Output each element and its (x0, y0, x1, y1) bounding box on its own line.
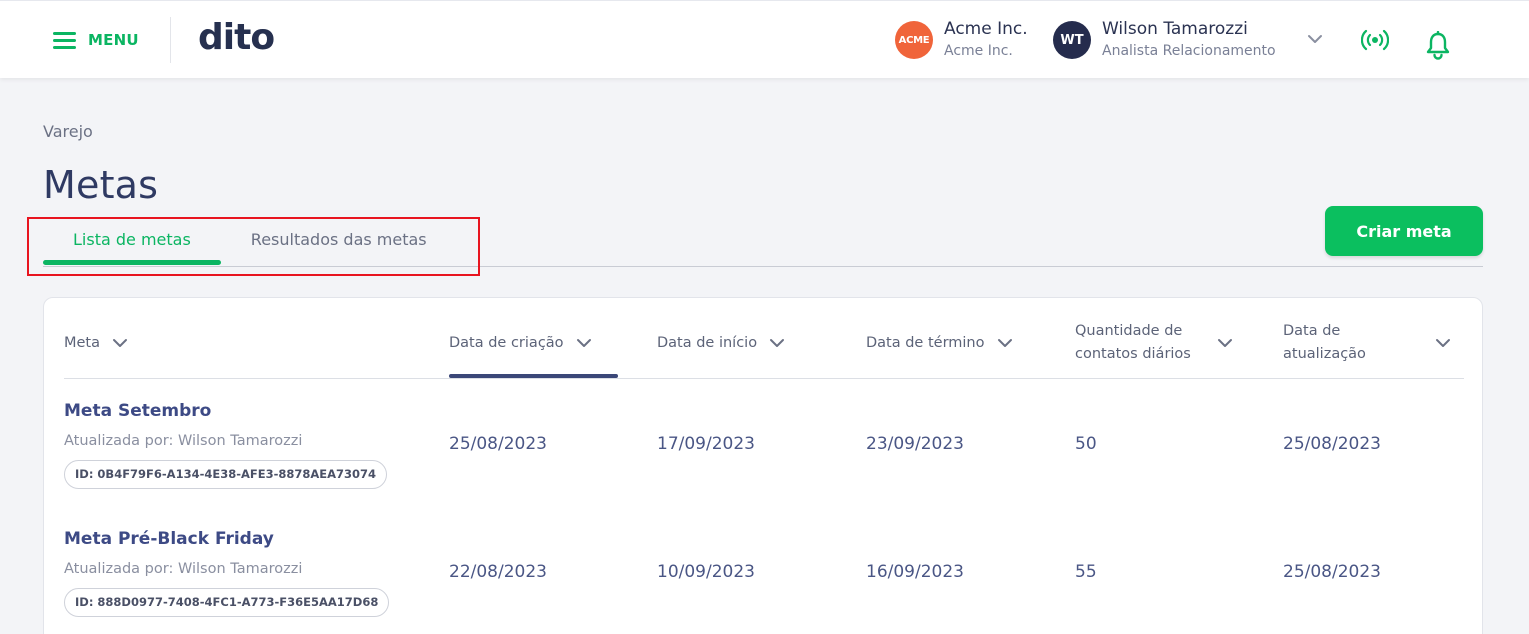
bell-icon[interactable] (1425, 31, 1451, 61)
cell-end: 16/09/2023 (866, 562, 964, 582)
column-header-data-atualizacao[interactable]: Data de atualização (1283, 318, 1453, 368)
chevron-down-icon (1218, 339, 1232, 347)
table-row[interactable]: Meta Setembro Atualizada por: Wilson Tam… (44, 401, 1484, 529)
create-goal-button[interactable]: Criar meta (1325, 206, 1483, 256)
tabs-divider (43, 266, 1483, 267)
goal-id-chip: ID: 888D0977-7408-4FC1-A773-F36E5AA17D68 (64, 588, 390, 617)
header-divider (170, 17, 171, 63)
cell-daily-contacts: 55 (1075, 562, 1097, 582)
goals-table: Meta Data de criação Data de início Data… (43, 297, 1483, 634)
cell-created: 22/08/2023 (449, 562, 547, 582)
top-bar: MENU dito ACME Acme Inc. Acme Inc. WT Wi… (0, 0, 1529, 78)
org-avatar: ACME (895, 21, 933, 59)
user-name: Wilson Tamarozzi (1102, 19, 1248, 39)
cell-start: 10/09/2023 (657, 562, 755, 582)
chevron-down-icon (997, 339, 1012, 347)
goal-id-chip: ID: 0B4F79F6-A134-4E38-AFE3-8878AEA73074 (64, 460, 388, 489)
column-header-data-inicio[interactable]: Data de início (657, 318, 785, 368)
cell-end: 23/09/2023 (866, 434, 964, 454)
org-subtitle: Acme Inc. (944, 43, 1013, 59)
goal-name[interactable]: Meta Setembro (64, 401, 211, 421)
column-header-data-criacao[interactable]: Data de criação (449, 318, 592, 368)
organization-switcher[interactable]: ACME Acme Inc. Acme Inc. (895, 19, 1028, 61)
column-header-data-termino[interactable]: Data de término (866, 318, 1013, 368)
column-header-quantidade-contatos[interactable]: Quantidade de contatos diários (1075, 318, 1235, 368)
tab-bar: Lista de metas Resultados das metas (43, 218, 457, 266)
tab-resultados-das-metas[interactable]: Resultados das metas (221, 218, 457, 266)
user-profile[interactable]: WT Wilson Tamarozzi Analista Relacioname… (1053, 19, 1276, 61)
chevron-down-icon (576, 339, 591, 347)
chevron-down-icon (1436, 339, 1450, 347)
chevron-down-icon (770, 339, 785, 347)
cell-created: 25/08/2023 (449, 434, 547, 454)
breadcrumb[interactable]: Varejo (43, 122, 93, 141)
org-name: Acme Inc. (944, 19, 1028, 39)
page-title: Metas (43, 163, 159, 207)
cell-start: 17/09/2023 (657, 434, 755, 454)
cell-updated: 25/08/2023 (1283, 434, 1381, 454)
cell-daily-contacts: 50 (1075, 434, 1097, 454)
broadcast-icon[interactable] (1361, 28, 1389, 52)
user-avatar: WT (1053, 21, 1091, 59)
table-header-divider (64, 378, 1464, 379)
chevron-down-icon (113, 339, 128, 347)
goal-updated-by: Atualizada por: Wilson Tamarozzi (64, 433, 303, 449)
cell-updated: 25/08/2023 (1283, 562, 1381, 582)
hamburger-icon (53, 32, 76, 49)
menu-label: MENU (88, 31, 139, 49)
tab-lista-de-metas[interactable]: Lista de metas (43, 218, 221, 266)
goal-name[interactable]: Meta Pré-Black Friday (64, 529, 274, 549)
user-role: Analista Relacionamento (1102, 43, 1276, 59)
goal-updated-by: Atualizada por: Wilson Tamarozzi (64, 561, 303, 577)
dito-logo[interactable]: dito (198, 15, 275, 61)
table-row[interactable]: Meta Pré-Black Friday Atualizada por: Wi… (44, 529, 1484, 634)
menu-button[interactable]: MENU (53, 28, 139, 52)
chevron-down-icon[interactable] (1307, 31, 1323, 47)
column-header-meta[interactable]: Meta (64, 318, 128, 368)
